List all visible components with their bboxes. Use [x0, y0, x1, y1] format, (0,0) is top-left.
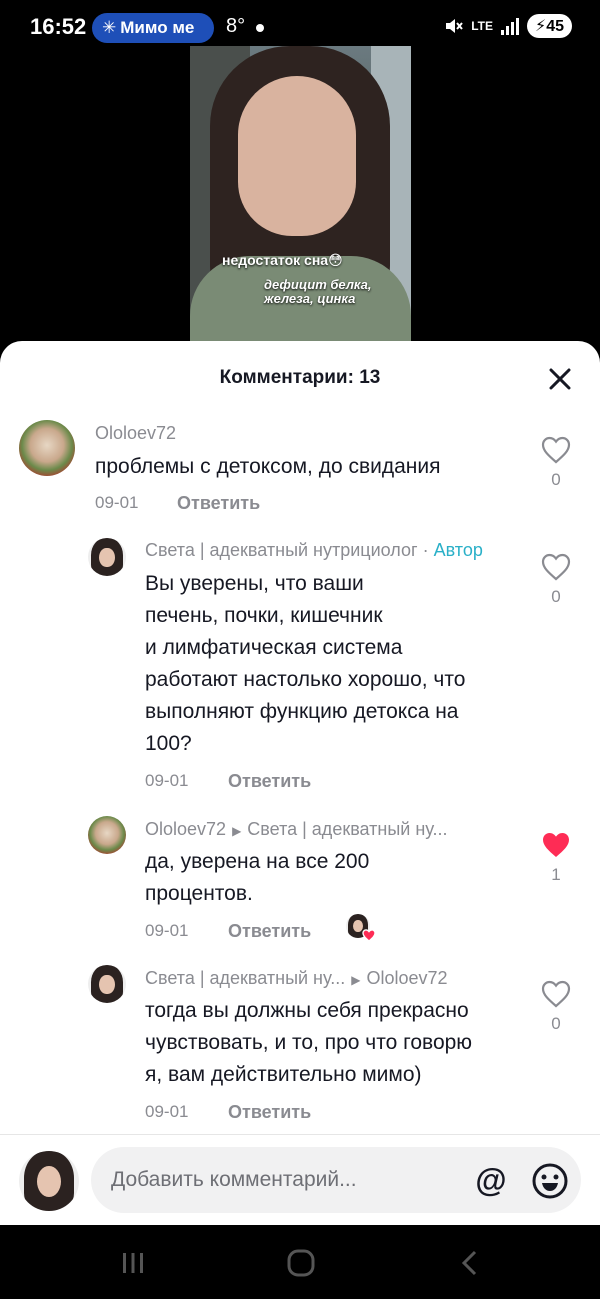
- reply-button[interactable]: Ответить: [177, 493, 260, 514]
- temperature: 8°: [226, 15, 246, 37]
- reply-button[interactable]: Ответить: [228, 771, 311, 792]
- reply-text: да, уверена на все 200 процентов.: [145, 850, 370, 905]
- home-button[interactable]: [285, 1247, 317, 1279]
- back-icon: [461, 1250, 477, 1276]
- avatar[interactable]: [88, 965, 126, 1003]
- divider: [0, 1134, 600, 1135]
- reply-date: 09-01: [145, 771, 189, 790]
- video-caption-1: недостаток сна😳: [222, 252, 343, 268]
- heart-icon: [362, 929, 376, 942]
- like-count: 1: [551, 865, 561, 884]
- comment-date: 09-01: [95, 493, 139, 512]
- video-caption-2-line1: дефицит белка,: [264, 277, 372, 292]
- current-user-avatar[interactable]: [19, 1151, 79, 1211]
- mention-button[interactable]: @: [473, 1163, 509, 1199]
- reply-button[interactable]: Ответить: [228, 1102, 311, 1123]
- creator-liked-badge: [346, 914, 376, 942]
- back-button[interactable]: [455, 1247, 487, 1279]
- media-pill[interactable]: ✳ Мимо ме: [92, 13, 214, 43]
- snowflake-icon: ✳: [102, 18, 117, 37]
- notification-dot: [256, 24, 264, 32]
- close-icon: [549, 368, 571, 390]
- like-count: 0: [551, 1014, 561, 1033]
- reply-text: Вы уверены, что ваши печень, почки, кише…: [145, 572, 466, 755]
- reply-text: тогда вы должны себя прекрасно чувствова…: [145, 999, 473, 1086]
- reply-arrow-icon: ▶: [232, 824, 242, 838]
- heart-filled-icon: [543, 833, 569, 857]
- comments-title: Комментарии: 13: [219, 367, 381, 388]
- reply-date: 09-01: [145, 1102, 189, 1121]
- battery-level: 45: [546, 18, 564, 35]
- signal-icon: [500, 17, 519, 35]
- recent-apps-icon: [123, 1253, 143, 1273]
- like-button[interactable]: 0: [538, 436, 574, 490]
- like-button[interactable]: 1: [538, 831, 574, 885]
- clock: 16:52: [30, 14, 87, 39]
- reply-date: 09-01: [145, 921, 189, 940]
- comment-author[interactable]: Ololoev72: [95, 423, 176, 444]
- reply-author-line: Света | адекватный ну... ▶ Ololoev72: [145, 968, 448, 989]
- recent-apps-button[interactable]: [117, 1247, 149, 1279]
- close-button[interactable]: [546, 365, 574, 393]
- video-caption-2-line2: железа, цинка: [264, 291, 356, 306]
- separator: ·: [422, 540, 429, 560]
- author-badge: Автор: [433, 540, 483, 560]
- reply-author[interactable]: Ololoev72: [145, 819, 226, 839]
- reply-to[interactable]: Ololoev72: [366, 968, 447, 988]
- comment-input[interactable]: [111, 1147, 461, 1213]
- battery-indicator: ⚡45: [526, 14, 572, 38]
- like-count: 0: [551, 587, 561, 606]
- like-count: 0: [551, 470, 561, 489]
- like-button[interactable]: 0: [538, 980, 574, 1034]
- video-caption-2: дефицит белка, железа, цинка: [264, 278, 372, 306]
- like-button[interactable]: 0: [538, 553, 574, 607]
- reply-arrow-icon: ▶: [351, 973, 361, 987]
- reply-author[interactable]: Света | адекватный ну...: [145, 968, 345, 988]
- heart-outline-icon: [541, 436, 571, 464]
- comments-sheet: Комментарии: 13 Ololoev72 проблемы с дет…: [0, 341, 600, 1225]
- avatar[interactable]: [19, 420, 75, 476]
- emoji-icon: [532, 1163, 568, 1199]
- reply-author[interactable]: Света | адекватный нутрициолог: [145, 540, 418, 560]
- heart-outline-icon: [541, 980, 571, 1008]
- reply-to[interactable]: Света | адекватный ну...: [247, 819, 447, 839]
- system-icons: LTE ⚡45: [443, 14, 572, 38]
- home-icon: [287, 1249, 315, 1277]
- reply-author-line: Ololoev72 ▶ Света | адекватный ну...: [145, 819, 448, 840]
- heart-outline-icon: [541, 553, 571, 581]
- comment-text: проблемы с детоксом, до свидания: [95, 455, 441, 478]
- avatar[interactable]: [88, 816, 126, 854]
- media-pill-text: Мимо ме: [120, 18, 195, 37]
- lte-indicator: LTE: [471, 19, 493, 33]
- reply-author-line: Света | адекватный нутрициолог · Автор: [145, 540, 483, 561]
- navigation-bar: [0, 1225, 600, 1299]
- comment-input-box[interactable]: @: [91, 1147, 581, 1213]
- mute-icon: [446, 19, 463, 33]
- video-thumbnail[interactable]: недостаток сна😳 дефицит белка, железа, ц…: [190, 46, 411, 346]
- reply-button[interactable]: Ответить: [228, 921, 311, 942]
- avatar[interactable]: [88, 538, 126, 576]
- emoji-button[interactable]: [531, 1162, 569, 1200]
